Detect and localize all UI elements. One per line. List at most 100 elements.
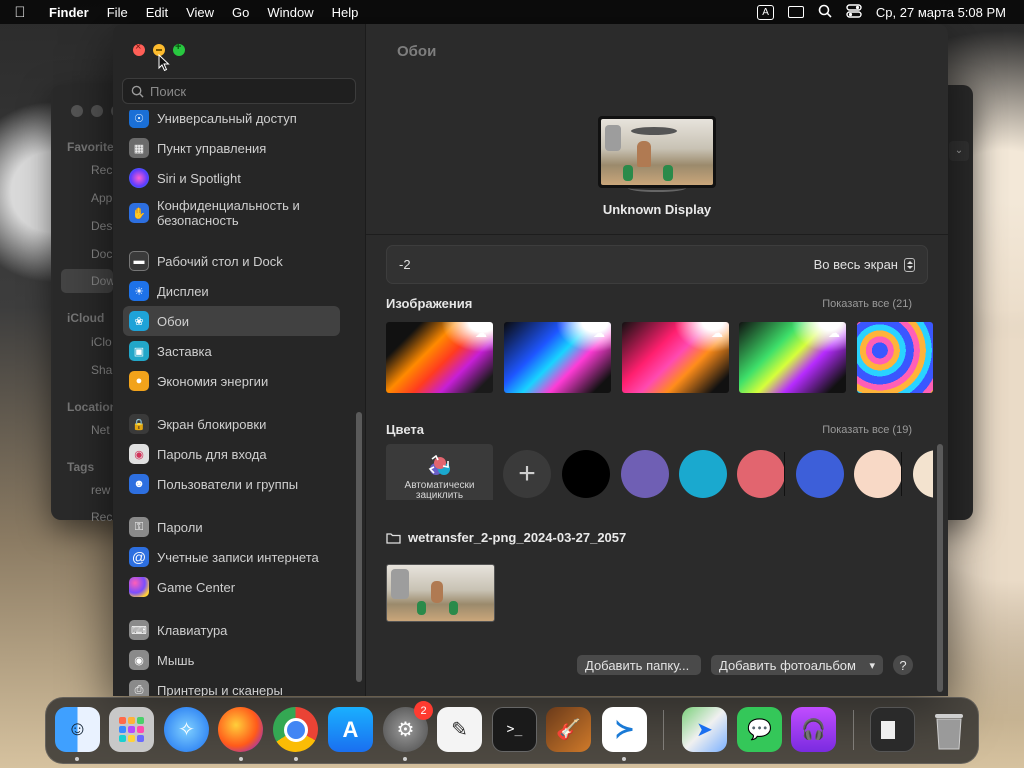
- folder-section: wetransfer_2-png_2024-03-27_2057: [386, 530, 626, 545]
- close-button[interactable]: [133, 41, 145, 56]
- wallpaper-name: -2: [399, 257, 411, 272]
- images-show-all-link[interactable]: Показать все (21): [822, 298, 912, 310]
- finder-item[interactable]: Net: [91, 423, 110, 437]
- dock-firefox-icon[interactable]: [218, 707, 263, 752]
- wallpaper-thumbnail[interactable]: ☁: [504, 322, 611, 393]
- finder-item[interactable]: App: [91, 191, 112, 205]
- menu-app-name[interactable]: Finder: [40, 5, 98, 20]
- help-button[interactable]: ?: [893, 655, 913, 675]
- menu-window[interactable]: Window: [258, 5, 322, 20]
- dock-textedit-icon[interactable]: ✎: [437, 707, 482, 752]
- dock-launchpad-icon[interactable]: [109, 707, 154, 752]
- sidebar-item-users[interactable]: ☻ Пользователи и группы: [123, 469, 340, 499]
- color-swatch[interactable]: [854, 450, 902, 498]
- dock-chrome-icon[interactable]: [273, 707, 318, 752]
- menu-edit[interactable]: Edit: [137, 5, 177, 20]
- running-indicator: [239, 757, 243, 761]
- auto-cycle-tile[interactable]: Автоматически зациклить: [386, 444, 493, 500]
- apple-menu-icon[interactable]: : [0, 4, 40, 21]
- finder-item[interactable]: Rec: [91, 163, 112, 177]
- sidebar-item-keyboard[interactable]: ⌨ Клавиатура: [123, 615, 340, 645]
- add-photo-album-label: Добавить фотоальбом: [719, 657, 856, 673]
- color-swatch[interactable]: [796, 450, 844, 498]
- fit-mode-select[interactable]: Во весь экран: [814, 257, 915, 272]
- finder-item[interactable]: Doc: [91, 247, 112, 261]
- sidebar-item-screensaver[interactable]: ▣ Заставка: [123, 336, 340, 366]
- input-source-icon[interactable]: A: [757, 4, 774, 20]
- sidebar-item-passwords[interactable]: ⚿ Пароли: [123, 512, 340, 542]
- energy-icon: ●: [129, 371, 149, 391]
- dock-trash-icon[interactable]: [926, 707, 971, 752]
- accessibility-icon: ☉: [129, 110, 149, 128]
- spotlight-search-icon[interactable]: [818, 4, 832, 21]
- finder-item[interactable]: iClo: [91, 335, 112, 349]
- menu-file[interactable]: File: [98, 5, 137, 20]
- dock-app-store-icon[interactable]: A: [328, 707, 373, 752]
- wallpaper-thumbnail[interactable]: ☁: [739, 322, 846, 393]
- search-input[interactable]: Поиск: [122, 78, 356, 104]
- dock-downloads-stack-icon[interactable]: [870, 707, 915, 752]
- dock-vscode-icon[interactable]: ≻: [602, 707, 647, 752]
- dock-finder-icon[interactable]: ☺: [55, 707, 100, 752]
- finder-item-selected[interactable]: Dow: [61, 269, 115, 293]
- wallpaper-thumbnail[interactable]: [857, 322, 933, 393]
- chevron-down-icon[interactable]: ⌄: [949, 141, 969, 161]
- sidebar-item-mouse[interactable]: ◉ Мышь: [123, 645, 340, 675]
- page-title: Обои: [397, 43, 437, 60]
- sidebar-item-accessibility[interactable]: ☉ Универсальный доступ: [123, 110, 340, 133]
- users-icon: ☻: [129, 474, 149, 494]
- wallpaper-thumbnail[interactable]: ☁: [386, 322, 493, 393]
- sidebar-item-label: Принтеры и сканеры: [157, 682, 283, 697]
- download-cloud-icon: ☁: [711, 326, 723, 340]
- color-swatches-row: Автоматически зациклить +: [386, 444, 933, 500]
- sidebar-item-game-center[interactable]: Game Center: [123, 572, 340, 602]
- color-swatch[interactable]: [621, 450, 669, 498]
- add-folder-button[interactable]: Добавить папку...: [577, 655, 701, 675]
- dock-safari-icon[interactable]: ✧: [164, 707, 209, 752]
- sidebar-item-login-password[interactable]: ◉ Пароль для входа: [123, 439, 340, 469]
- finder-item[interactable]: Sha: [91, 363, 112, 377]
- sidebar-item-control-center[interactable]: ▦ Пункт управления: [123, 133, 340, 163]
- finder-item[interactable]: rew: [91, 483, 110, 497]
- sidebar-scrollbar[interactable]: [356, 412, 362, 682]
- sidebar-item-lock-screen[interactable]: 🔒 Экран блокировки: [123, 409, 340, 439]
- sidebar-item-wallpaper[interactable]: ❀ Обои: [123, 306, 340, 336]
- sidebar-item-privacy[interactable]: ✋ Конфиденциальность и безопасность: [123, 193, 340, 233]
- menu-clock[interactable]: Ср, 27 марта 5:08 PM: [876, 5, 1006, 20]
- dock-garageband-icon[interactable]: 🎸: [546, 707, 591, 752]
- display-preview[interactable]: [598, 116, 716, 188]
- add-photo-album-button[interactable]: Добавить фотоальбом ▾: [711, 655, 883, 675]
- main-scrollbar[interactable]: [937, 444, 943, 692]
- menu-go[interactable]: Go: [223, 5, 258, 20]
- wallpaper-pane: Обои Unknown Display -2 Во весь экран Из…: [366, 24, 948, 696]
- finder-item[interactable]: Rec: [91, 510, 112, 524]
- folder-image-thumbnail[interactable]: [386, 564, 495, 622]
- color-swatch[interactable]: [562, 450, 610, 498]
- menu-view[interactable]: View: [177, 5, 223, 20]
- control-center-icon[interactable]: [846, 3, 862, 21]
- zoom-button[interactable]: [173, 41, 185, 56]
- wallpaper-thumbnail[interactable]: ☁: [622, 322, 729, 393]
- auto-cycle-label: Автоматически зациклить: [404, 480, 475, 501]
- sidebar-item-label: Экран блокировки: [157, 416, 267, 432]
- sidebar-item-printers[interactable]: ⎙ Принтеры и сканеры: [123, 675, 340, 696]
- color-swatch[interactable]: [737, 450, 785, 498]
- dock-podcasts-icon[interactable]: 🎧: [791, 707, 836, 752]
- sidebar-item-siri[interactable]: Siri и Spotlight: [123, 163, 340, 193]
- sidebar-item-internet-accounts[interactable]: @ Учетные записи интернета: [123, 542, 340, 572]
- color-swatch[interactable]: [913, 450, 933, 498]
- finder-item[interactable]: Des: [91, 219, 112, 233]
- display-name: Unknown Display: [602, 202, 712, 217]
- colors-show-all-link[interactable]: Показать все (19): [822, 424, 912, 436]
- download-cloud-icon: ☁: [593, 326, 605, 340]
- add-color-button[interactable]: +: [503, 450, 551, 498]
- dock-terminal-icon[interactable]: >_: [492, 707, 537, 752]
- sidebar-item-displays[interactable]: ☀ Дисплеи: [123, 276, 340, 306]
- menu-help[interactable]: Help: [323, 5, 368, 20]
- sidebar-item-desktop-dock[interactable]: ▬ Рабочий стол и Dock: [123, 246, 340, 276]
- color-swatch[interactable]: [679, 450, 727, 498]
- sidebar-item-energy[interactable]: ● Экономия энергии: [123, 366, 340, 396]
- screen-mirroring-icon[interactable]: [787, 6, 804, 18]
- dock-maps-icon[interactable]: ➤: [682, 707, 727, 752]
- dock-messages-icon[interactable]: 💬: [737, 707, 782, 752]
